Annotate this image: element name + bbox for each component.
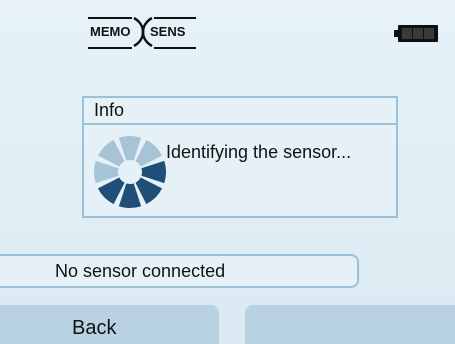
loading-spinner-icon xyxy=(93,135,167,209)
logo-text-memo: MEMO xyxy=(90,24,131,39)
spinner-segment xyxy=(135,139,163,167)
spinner-segment xyxy=(97,177,125,205)
battery-body xyxy=(398,25,438,42)
battery-full-icon xyxy=(394,25,438,42)
battery-cell xyxy=(424,28,434,39)
battery-cell xyxy=(402,28,412,39)
spinner-segment xyxy=(97,139,125,167)
memosens-logo: MEMO SENS xyxy=(86,12,198,52)
back-button[interactable]: Back xyxy=(0,305,219,344)
logo-text-sens: SENS xyxy=(150,24,186,39)
battery-cell xyxy=(413,28,423,39)
spinner-segment xyxy=(135,177,163,205)
status-bar: No sensor connected xyxy=(0,254,359,288)
info-dialog: Info Identifying the sensor... xyxy=(82,96,398,218)
right-softkey-button[interactable] xyxy=(245,305,455,344)
info-dialog-message: Identifying the sensor... xyxy=(166,142,352,162)
info-dialog-title: Info xyxy=(84,98,396,125)
